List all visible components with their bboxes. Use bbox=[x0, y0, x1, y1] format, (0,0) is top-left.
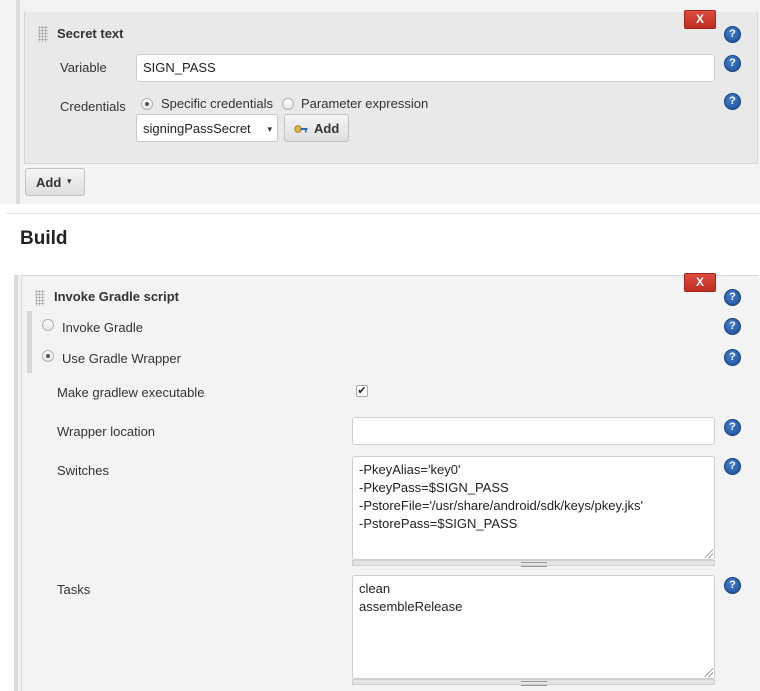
help-icon[interactable]: ? bbox=[724, 458, 741, 475]
resize-handle-icon[interactable] bbox=[703, 667, 713, 677]
bindings-section-bar bbox=[16, 0, 20, 204]
build-section-bar bbox=[14, 275, 18, 691]
help-icon[interactable]: ? bbox=[724, 577, 741, 594]
switches-label: Switches bbox=[57, 463, 110, 478]
drag-handle-icon[interactable] bbox=[38, 26, 48, 42]
delete-binding-button[interactable]: X bbox=[684, 10, 716, 29]
radio-group-bar bbox=[27, 311, 32, 373]
tasks-textarea[interactable]: clean assembleRelease bbox=[352, 575, 715, 679]
credentials-label: Credentials bbox=[60, 99, 126, 114]
variable-input[interactable]: SIGN_PASS bbox=[136, 54, 715, 82]
use-gradle-wrapper-radio[interactable] bbox=[42, 350, 54, 362]
add-credentials-button[interactable]: Add bbox=[284, 114, 349, 142]
specific-credentials-radio[interactable] bbox=[141, 98, 153, 110]
help-icon[interactable]: ? bbox=[724, 318, 741, 335]
credentials-select-value: signingPassSecret bbox=[143, 121, 251, 136]
wrapper-location-input[interactable] bbox=[352, 417, 715, 445]
textarea-grabber[interactable] bbox=[352, 679, 715, 686]
resize-handle-icon[interactable] bbox=[703, 548, 713, 558]
textarea-grabber[interactable] bbox=[352, 560, 715, 567]
variable-label: Variable bbox=[60, 60, 107, 75]
section-divider bbox=[6, 213, 760, 214]
help-icon[interactable]: ? bbox=[724, 419, 741, 436]
chevron-down-icon: ▾ bbox=[267, 124, 272, 134]
delete-build-step-button[interactable]: X bbox=[684, 273, 716, 292]
help-icon[interactable]: ? bbox=[724, 349, 741, 366]
build-heading: Build bbox=[20, 228, 68, 249]
drag-handle-icon[interactable] bbox=[35, 290, 45, 306]
wrapper-location-label: Wrapper location bbox=[57, 424, 156, 439]
invoke-gradle-radio[interactable] bbox=[42, 319, 54, 331]
specific-credentials-label: Specific credentials bbox=[161, 96, 273, 111]
make-executable-checkbox[interactable]: ✔ bbox=[356, 385, 368, 397]
secret-text-panel bbox=[24, 12, 758, 164]
help-icon[interactable]: ? bbox=[724, 289, 741, 306]
tasks-label: Tasks bbox=[57, 582, 91, 597]
invoke-gradle-label: Invoke Gradle bbox=[62, 320, 143, 335]
add-credentials-label: Add bbox=[314, 121, 340, 136]
credentials-select[interactable]: signingPassSecret ▾ bbox=[136, 114, 278, 142]
secret-text-title: Secret text bbox=[57, 26, 124, 41]
parameter-expression-radio[interactable] bbox=[282, 98, 294, 110]
chevron-down-icon: ▾ bbox=[67, 176, 72, 186]
use-gradle-wrapper-label: Use Gradle Wrapper bbox=[62, 351, 181, 366]
parameter-expression-label: Parameter expression bbox=[301, 96, 429, 111]
gradle-step-title: Invoke Gradle script bbox=[54, 289, 179, 304]
key-icon bbox=[294, 125, 308, 133]
add-binding-label: Add bbox=[36, 175, 62, 190]
help-icon[interactable]: ? bbox=[724, 26, 741, 43]
help-icon[interactable]: ? bbox=[724, 93, 741, 110]
add-binding-button[interactable]: Add ▾ bbox=[25, 168, 85, 196]
switches-textarea[interactable]: -PkeyAlias='key0' -PkeyPass=$SIGN_PASS -… bbox=[352, 456, 715, 560]
help-icon[interactable]: ? bbox=[724, 55, 741, 72]
make-executable-label: Make gradlew executable bbox=[57, 385, 205, 400]
